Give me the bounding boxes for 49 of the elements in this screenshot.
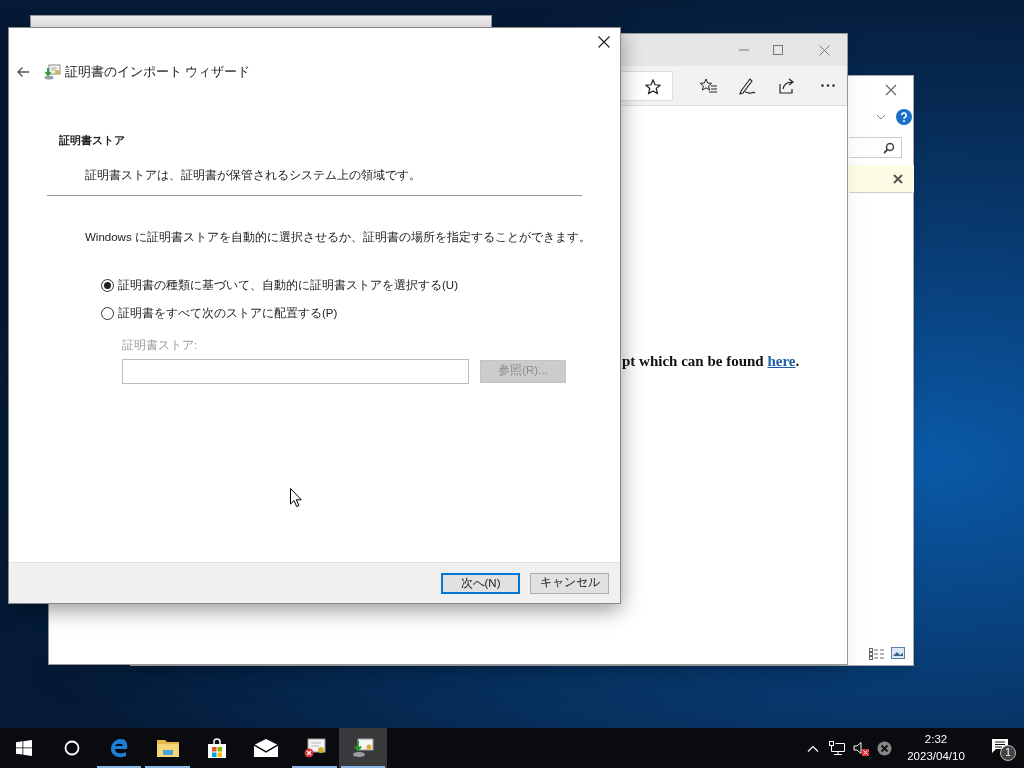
store-field[interactable]	[122, 358, 469, 384]
link[interactable]: here	[767, 353, 796, 369]
clock-date: 2023/04/10	[907, 749, 965, 764]
close-icon[interactable]	[598, 36, 610, 48]
certificate-import-icon	[352, 738, 374, 758]
field-label: 証明書ストア:	[122, 338, 198, 351]
back-arrow-icon[interactable]	[16, 66, 30, 78]
section-title: 証明書ストア	[59, 134, 125, 146]
pen-icon[interactable]	[739, 77, 756, 95]
more-icon[interactable]	[821, 84, 835, 87]
mouse-cursor-icon	[290, 488, 302, 507]
search-field[interactable]	[849, 137, 902, 158]
certificate-icon	[44, 64, 61, 80]
details-view-icon[interactable]	[869, 648, 885, 660]
error-circle-icon[interactable]	[877, 740, 892, 756]
dialog-button[interactable]: キャンセル	[530, 572, 609, 594]
certificate-icon	[303, 738, 326, 758]
radio-button[interactable]	[101, 279, 114, 293]
clock-time: 2:32	[924, 732, 948, 747]
share-icon[interactable]	[779, 77, 796, 94]
network-icon[interactable]	[829, 740, 845, 756]
envelope-icon	[253, 739, 278, 757]
radio-label: 証明書の種類に基づいて、自動的に証明書ストアを選択する(U)	[118, 278, 458, 293]
circle-icon	[63, 740, 80, 756]
maximize-icon[interactable]	[773, 45, 783, 55]
wizard-title: 証明書のインポート ウィザード	[65, 63, 251, 81]
edge-e-icon	[109, 738, 129, 758]
radio-label: 証明書をすべて次のストアに配置する(P)	[118, 306, 338, 322]
shopping-bag-icon	[206, 738, 227, 758]
intro-text: Windows に証明書ストアを自動的に選択させるか、証明書の場所を指定することができます。	[85, 231, 591, 243]
windows-logo-icon	[16, 740, 32, 756]
search-icon	[883, 142, 895, 154]
clock[interactable]: 2:32 2023/04/10	[904, 731, 968, 765]
page-text: pt which can be found here.	[622, 352, 800, 371]
folder-icon	[156, 739, 179, 757]
section-description: 証明書ストアは、証明書が保管されるシステム上の領域です。	[85, 169, 421, 181]
dialog-button[interactable]: 次へ(N)	[441, 572, 520, 594]
muted-volume-icon[interactable]	[853, 740, 869, 756]
radio-button[interactable]	[101, 307, 114, 321]
chevron-down-icon[interactable]	[876, 114, 886, 120]
preview-pane-icon[interactable]	[891, 647, 905, 659]
star-icon[interactable]	[645, 79, 661, 95]
close-icon[interactable]	[893, 174, 903, 184]
notification-badge: 1	[1000, 745, 1016, 761]
favorites-list-icon[interactable]	[700, 78, 718, 94]
action-center-button[interactable]: 1	[976, 728, 1024, 768]
taskbar-button[interactable]	[339, 728, 387, 768]
chevron-up-icon[interactable]	[807, 744, 819, 752]
help-icon[interactable]	[896, 109, 912, 125]
